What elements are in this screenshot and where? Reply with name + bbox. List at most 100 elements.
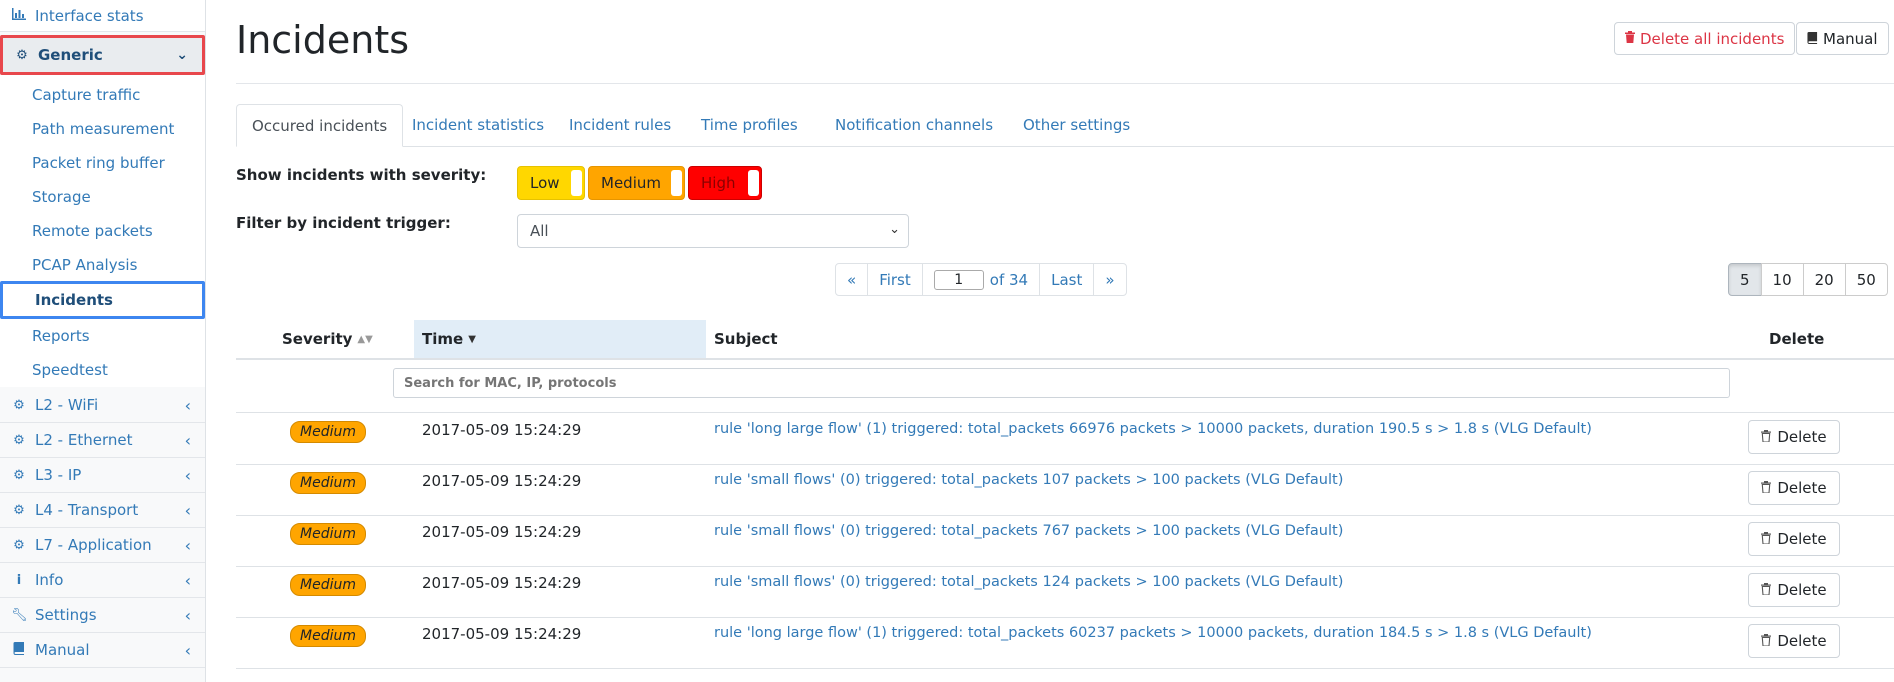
chevron-left-icon: ‹ [184, 465, 191, 485]
delete-button[interactable]: Delete [1748, 624, 1840, 658]
main-content: Incidents Delete all incidents Manual Oc… [236, 0, 1894, 682]
subject-link[interactable]: rule 'small flows' (0) triggered: total_… [714, 574, 1343, 590]
page-size-20[interactable]: 20 [1802, 263, 1846, 296]
page-number-input[interactable] [933, 269, 984, 290]
sidebar-item-l7-application[interactable]: ⚙ L7 - Application ‹ [0, 528, 205, 563]
sidebar-item-l2-ethernet[interactable]: ⚙ L2 - Ethernet ‹ [0, 423, 205, 458]
table-search-row [236, 360, 1894, 413]
delete-all-label: Delete all incidents [1640, 29, 1785, 48]
sidebar-item-remote-packets[interactable]: Remote packets [32, 221, 153, 241]
trigger-filter-label: Filter by incident trigger: [236, 214, 451, 232]
column-header-label: Severity [282, 330, 353, 348]
sidebar-item-incidents[interactable]: Incidents [0, 281, 205, 319]
tab-incident-rules[interactable]: Incident rules [554, 104, 686, 146]
page-size-5[interactable]: 5 [1728, 263, 1762, 296]
severity-medium-toggle[interactable]: Medium [588, 166, 685, 200]
sidebar-item-reports[interactable]: Reports [32, 326, 90, 346]
trigger-select[interactable]: All ⌄ [517, 214, 909, 248]
subject-link[interactable]: rule 'long large flow' (1) triggered: to… [714, 625, 1592, 641]
sidebar-item-info[interactable]: i Info ‹ [0, 563, 205, 598]
subject-link[interactable]: rule 'small flows' (0) triggered: total_… [714, 523, 1343, 539]
manual-button[interactable]: Manual [1796, 22, 1889, 55]
trash-icon [1761, 480, 1772, 496]
severity-filter-label: Show incidents with severity: [236, 166, 487, 184]
gear-icon: ⚙ [16, 47, 28, 63]
table-row: Medium 2017-05-09 15:24:29 rule 'long la… [236, 413, 1894, 465]
page-size-10[interactable]: 10 [1760, 263, 1804, 296]
chevron-left-icon: ‹ [184, 395, 191, 415]
column-header-severity[interactable]: Severity ▲▼ [282, 320, 373, 358]
manual-label: Manual [1823, 29, 1878, 48]
header-divider [236, 83, 1894, 84]
sidebar-item-speedtest[interactable]: Speedtest [32, 360, 108, 380]
trigger-select-value: All [530, 222, 549, 240]
sidebar-item-partial[interactable] [0, 668, 205, 682]
severity-badge: Medium [290, 472, 366, 494]
pagination-last[interactable]: Last [1039, 263, 1095, 296]
sidebar-item-label: L2 - Ethernet [35, 431, 133, 449]
delete-all-incidents-button[interactable]: Delete all incidents [1614, 22, 1796, 55]
sort-icon: ▲▼ [357, 333, 373, 345]
page-size-50[interactable]: 50 [1844, 263, 1888, 296]
severity-badge: Medium [290, 523, 366, 545]
severity-badge: Medium [290, 574, 366, 596]
table-row: Medium 2017-05-09 15:24:29 rule 'small f… [236, 566, 1894, 618]
column-header-time[interactable]: Time ▼ [414, 320, 706, 358]
sidebar-item-packet-ring-buffer[interactable]: Packet ring buffer [32, 153, 165, 173]
sidebar-item-pcap-analysis[interactable]: PCAP Analysis [32, 255, 137, 275]
time-cell: 2017-05-09 15:24:29 [422, 625, 582, 643]
severity-high-toggle[interactable]: High [688, 166, 762, 200]
subject-link[interactable]: rule 'long large flow' (1) triggered: to… [714, 421, 1592, 437]
chevron-down-icon: ⌄ [176, 47, 188, 63]
sidebar-item-l2-wifi[interactable]: ⚙ L2 - WiFi ‹ [0, 388, 205, 423]
sidebar-item-l3-ip[interactable]: ⚙ L3 - IP ‹ [0, 458, 205, 493]
severity-low-toggle[interactable]: Low [517, 166, 585, 200]
tab-incident-statistics[interactable]: Incident statistics [397, 104, 559, 146]
gear-icon: ⚙ [13, 467, 25, 483]
sidebar-item-generic[interactable]: ⚙ Generic ⌄ [0, 35, 205, 75]
chevron-left-icon: ‹ [184, 430, 191, 450]
subject-link[interactable]: rule 'small flows' (0) triggered: total_… [714, 472, 1343, 488]
severity-high-label: High [701, 174, 736, 192]
delete-label: Delete [1777, 428, 1827, 446]
delete-button[interactable]: Delete [1748, 573, 1840, 607]
tab-occured-incidents[interactable]: Occured incidents [236, 104, 404, 147]
sidebar-item-capture-traffic[interactable]: Capture traffic [32, 85, 140, 105]
wrench-icon: 🔧︎ [11, 607, 28, 623]
delete-button[interactable]: Delete [1748, 471, 1840, 505]
sidebar-item-label: Generic [38, 46, 103, 64]
delete-button[interactable]: Delete [1748, 522, 1840, 556]
search-input[interactable] [393, 368, 1730, 398]
sidebar-item-label: L4 - Transport [35, 501, 139, 519]
severity-badge: Medium [290, 421, 366, 443]
sidebar-item-label: L3 - IP [35, 466, 82, 484]
sidebar-item-interface-stats[interactable]: Interface stats [0, 0, 205, 32]
tab-time-profiles[interactable]: Time profiles [686, 104, 813, 146]
chevron-left-icon: ‹ [184, 640, 191, 660]
time-cell: 2017-05-09 15:24:29 [422, 421, 582, 439]
trash-icon [1625, 31, 1635, 46]
sidebar-item-settings[interactable]: 🔧︎ Settings ‹ [0, 598, 205, 633]
pagination-next[interactable]: » [1093, 263, 1127, 296]
sidebar-item-manual[interactable]: Manual ‹ [0, 633, 205, 668]
trash-icon [1761, 531, 1772, 547]
tab-other-settings[interactable]: Other settings [1008, 104, 1145, 146]
gear-icon: ⚙ [13, 502, 25, 518]
sidebar-item-label: L7 - Application [35, 536, 152, 554]
pagination-first[interactable]: First [867, 263, 923, 296]
sidebar-item-label: Settings [35, 606, 97, 624]
sidebar-item-l4-transport[interactable]: ⚙ L4 - Transport ‹ [0, 493, 205, 528]
pagination-page-indicator: of 34 [921, 263, 1041, 296]
sidebar-item-path-measurement[interactable]: Path measurement [32, 119, 174, 139]
sidebar-item-label: Info [35, 571, 64, 589]
tab-notification-channels[interactable]: Notification channels [820, 104, 1008, 146]
column-header-subject[interactable]: Subject [714, 320, 778, 358]
column-header-delete: Delete [1769, 330, 1825, 348]
toggle-knob [671, 170, 682, 196]
sidebar-item-storage[interactable]: Storage [32, 187, 91, 207]
pagination-prev[interactable]: « [835, 263, 869, 296]
trash-icon [1761, 582, 1772, 598]
gear-icon: ⚙ [13, 537, 25, 553]
delete-button[interactable]: Delete [1748, 420, 1840, 454]
column-header-label: Time [422, 330, 464, 348]
